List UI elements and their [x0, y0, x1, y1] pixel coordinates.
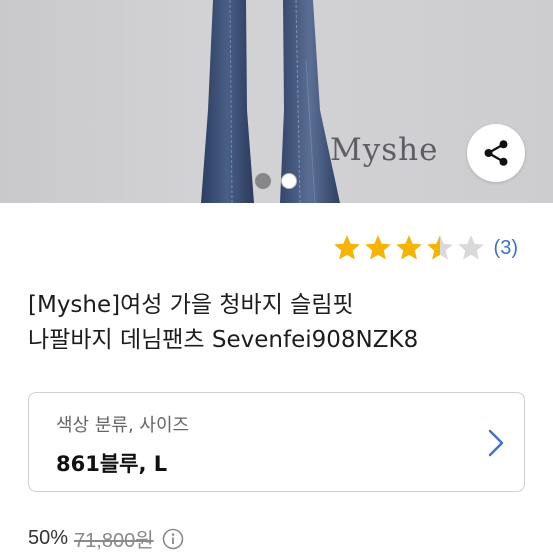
product-title: [Myshe]여성 가을 청바지 슬림핏 나팔바지 데님팬츠 Sevenfei9… [28, 288, 528, 358]
star-rating [332, 233, 486, 263]
star-full-icon [364, 235, 391, 260]
brand-watermark: Myshe [330, 132, 439, 168]
discount-rate: 50% [28, 527, 69, 549]
chevron-right-icon[interactable] [488, 429, 504, 457]
product-image[interactable]: Myshe [0, 0, 553, 203]
info-icon[interactable] [162, 528, 184, 550]
carousel-dot[interactable] [255, 173, 271, 189]
carousel-indicator [255, 173, 297, 189]
option-selector[interactable]: 색상 분류, 사이즈 861블루, L [28, 392, 525, 492]
option-value: 861블루, L [56, 452, 168, 476]
share-icon [484, 140, 508, 166]
product-rating[interactable]: (3) [332, 233, 518, 263]
star-half-icon [426, 235, 453, 260]
product-title-line1: [Myshe]여성 가을 청바지 슬림핏 [28, 292, 354, 318]
price-row: 50% 71,800원 [28, 524, 184, 553]
option-label: 색상 분류, 사이즈 [56, 415, 190, 436]
carousel-dot-active[interactable] [281, 173, 297, 189]
share-button[interactable] [467, 124, 525, 182]
original-price: 71,800원 [74, 530, 154, 552]
review-count[interactable]: (3) [494, 237, 518, 260]
star-full-icon [333, 235, 360, 260]
product-title-line2: 나팔바지 데님팬츠 Sevenfei908NZK8 [28, 327, 419, 353]
star-full-icon [395, 235, 422, 260]
star-empty-icon [457, 235, 484, 260]
